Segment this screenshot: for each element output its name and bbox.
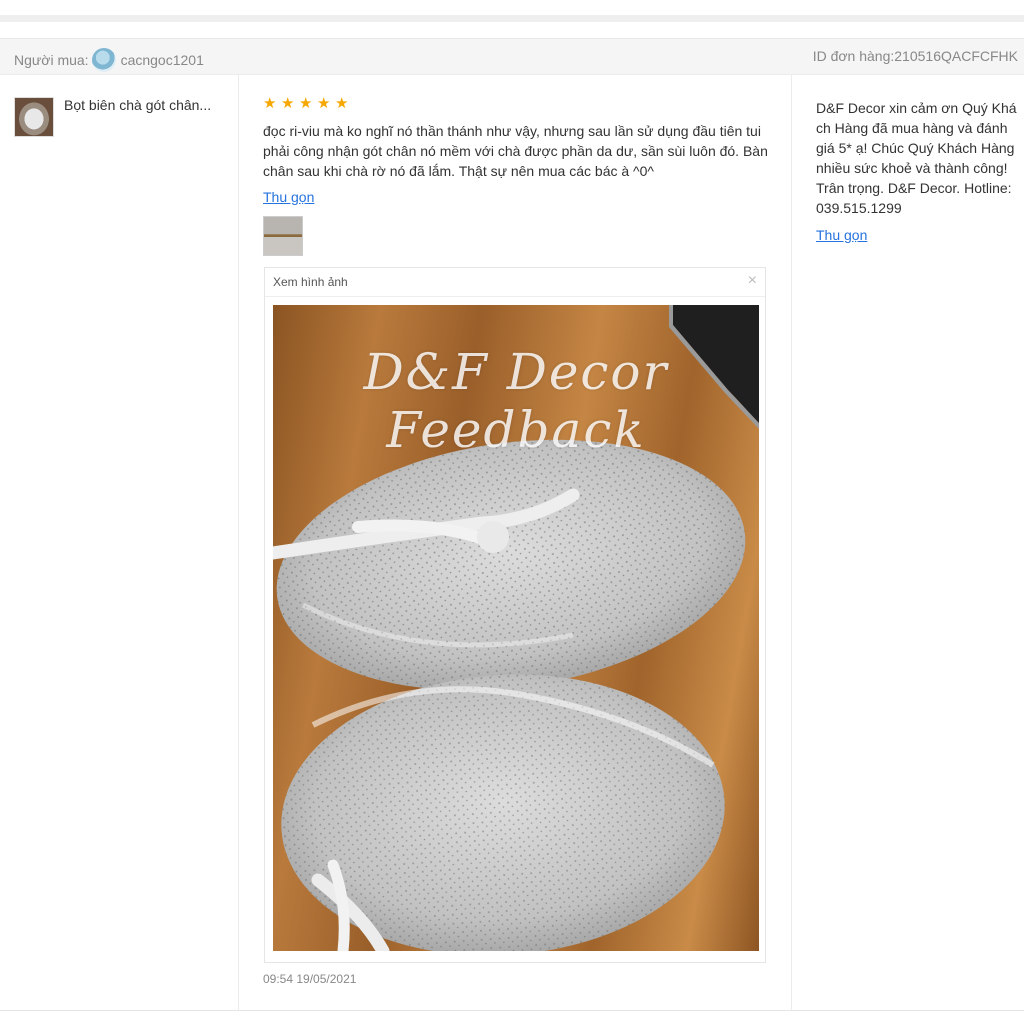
close-icon[interactable]: × — [748, 272, 757, 290]
reply-collapse-link[interactable]: Thu gọn — [816, 227, 867, 243]
column-divider-right — [791, 75, 792, 1011]
star-icon: ★ — [281, 95, 295, 112]
review-timestamp: 09:54 19/05/2021 — [263, 972, 357, 986]
seller-reply-text: D&F Decor xin cảm ơn Quý Khách Hàng đã m… — [816, 100, 1017, 216]
star-icon: ★ — [317, 95, 331, 112]
star-icon: ★ — [299, 95, 313, 112]
top-separator — [0, 15, 1024, 22]
review-photo: D&F Decor Feedback — [273, 305, 759, 951]
rating-stars: ★ ★ ★ ★ ★ — [263, 95, 349, 112]
review-text: đọc ri-viu mà ko nghĩ nó thần thánh như … — [263, 123, 768, 179]
top-band — [0, 0, 1024, 38]
order-id: ID đơn hàng:210516QACFCFHK — [812, 48, 1018, 64]
viewer-divider — [265, 296, 765, 297]
buyer-label: Người mua: — [14, 52, 89, 68]
watermark-line2: Feedback — [386, 401, 646, 459]
product-name[interactable]: Bọt biên chà gót chân... — [64, 97, 224, 113]
watermark-line1: D&F Decor — [363, 343, 669, 401]
bottom-divider — [0, 1010, 1024, 1011]
star-icon: ★ — [263, 95, 277, 112]
buyer-avatar[interactable] — [91, 48, 116, 72]
image-viewer-title: Xem hình ảnh — [273, 275, 348, 289]
review-image-thumbnail[interactable] — [263, 216, 303, 256]
buyer-name[interactable]: cacngoc1201 — [121, 52, 204, 68]
review-header: Người mua: cacngoc1201 ID đơn hàng:21051… — [0, 38, 1024, 75]
review-collapse-link[interactable]: Thu gọn — [263, 189, 314, 205]
column-divider-left — [238, 75, 239, 1011]
image-viewer: Xem hình ảnh × D&F Decor Feedback — [264, 267, 766, 963]
rope-knot — [477, 521, 509, 553]
buyer-info: Người mua: cacngoc1201 — [14, 48, 204, 72]
star-icon: ★ — [335, 95, 349, 112]
product-thumbnail[interactable] — [14, 97, 54, 137]
